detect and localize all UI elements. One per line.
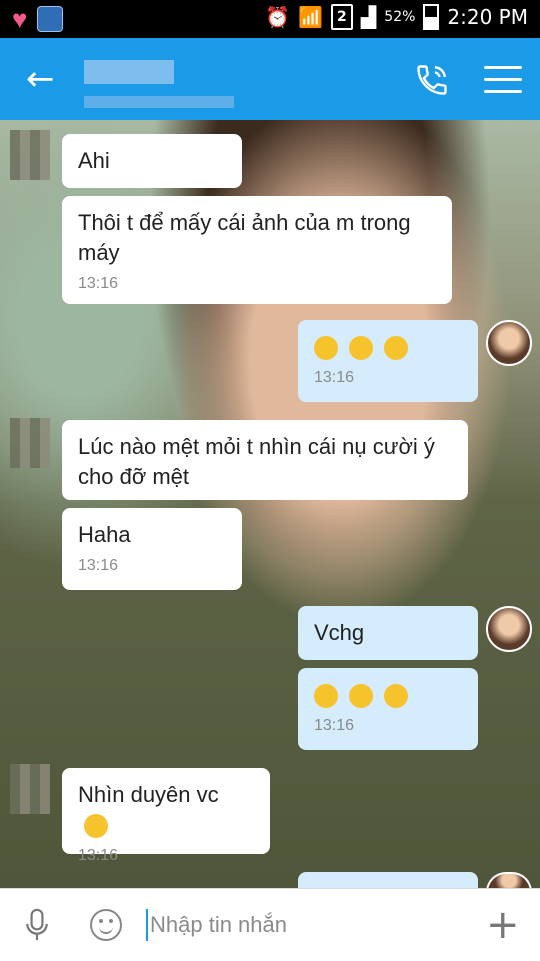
- signal-icon: ▟: [360, 5, 377, 29]
- message-bubble[interactable]: Nhìn duyên vc 13:16: [62, 768, 270, 864]
- sim-indicator: 2: [330, 4, 353, 30]
- laughing-tears-emoji: [384, 684, 409, 709]
- message-bubble[interactable]: 13:16: [298, 668, 478, 750]
- message-text: Ahi: [78, 148, 110, 173]
- message-input[interactable]: Nhập tin nhắn: [150, 911, 287, 939]
- smiley-icon[interactable]: [90, 909, 122, 941]
- hamburger-menu-icon[interactable]: [484, 66, 522, 96]
- status-bar: ♥ ⏰ 📶 2 ▟ 52% 2:20 PM: [0, 0, 540, 38]
- plus-icon[interactable]: +: [486, 905, 520, 945]
- message-bubble[interactable]: Ahi: [62, 134, 242, 188]
- message-bubble[interactable]: Vchg: [298, 606, 478, 660]
- contact-status-blurred: [84, 96, 234, 108]
- message-text: Lúc nào mệt mỏi t nhìn cái nụ cười ý cho…: [78, 434, 435, 489]
- avatar[interactable]: [10, 130, 50, 180]
- avatar[interactable]: [486, 320, 532, 366]
- text-cursor: [146, 909, 148, 941]
- arrow-left-icon[interactable]: ←: [26, 62, 55, 96]
- message-bubble[interactable]: Lúc nào mệt mỏi t nhìn cái nụ cười ý cho…: [62, 420, 468, 500]
- message-time: 13:16: [314, 369, 355, 386]
- message-time: 13:16: [314, 717, 355, 734]
- sunglasses-emoji: [84, 814, 108, 839]
- battery-icon: [423, 4, 440, 30]
- message-bubble[interactable]: Haha 13:16: [62, 508, 242, 590]
- message-time: 13:16: [78, 847, 119, 864]
- message-text: Haha: [78, 522, 131, 547]
- heart-icon: ♥: [12, 4, 28, 34]
- emoji-row: [314, 332, 462, 362]
- message-bubble[interactable]: Thôi t để mấy cái ảnh của m trong máy 13…: [62, 196, 452, 304]
- chat-header: ←: [0, 38, 540, 120]
- message-text: Thôi t để mấy cái ảnh của m trong máy: [78, 210, 411, 265]
- message-time: 13:16: [78, 275, 119, 292]
- message-text: Vchg: [314, 620, 365, 645]
- message-bubble[interactable]: 13:16: [298, 320, 478, 402]
- battery-percent: 52%: [384, 9, 416, 25]
- starry-eyes-emoji: [314, 336, 338, 361]
- avatar[interactable]: [10, 764, 50, 814]
- message-input-bar: Nhập tin nhắn +: [0, 888, 540, 961]
- alarm-icon: ⏰: [265, 5, 290, 29]
- message-text: Nhìn duyên vc: [78, 782, 219, 807]
- laughing-tears-emoji: [349, 684, 374, 709]
- app-notification-icon: [37, 6, 64, 32]
- avatar[interactable]: [10, 418, 50, 468]
- phone-icon[interactable]: [414, 62, 450, 98]
- microphone-icon[interactable]: [24, 907, 50, 943]
- starry-eyes-emoji: [384, 336, 409, 361]
- laughing-tears-emoji: [314, 684, 338, 709]
- starry-eyes-emoji: [349, 336, 374, 361]
- emoji-row: [314, 680, 462, 710]
- message-time: 13:16: [78, 557, 119, 574]
- clock: 2:20 PM: [447, 5, 528, 29]
- wifi-icon: 📶: [297, 5, 323, 29]
- avatar[interactable]: [486, 606, 532, 652]
- message-bubble-partial[interactable]: [298, 872, 478, 888]
- contact-name-blurred: [84, 60, 174, 84]
